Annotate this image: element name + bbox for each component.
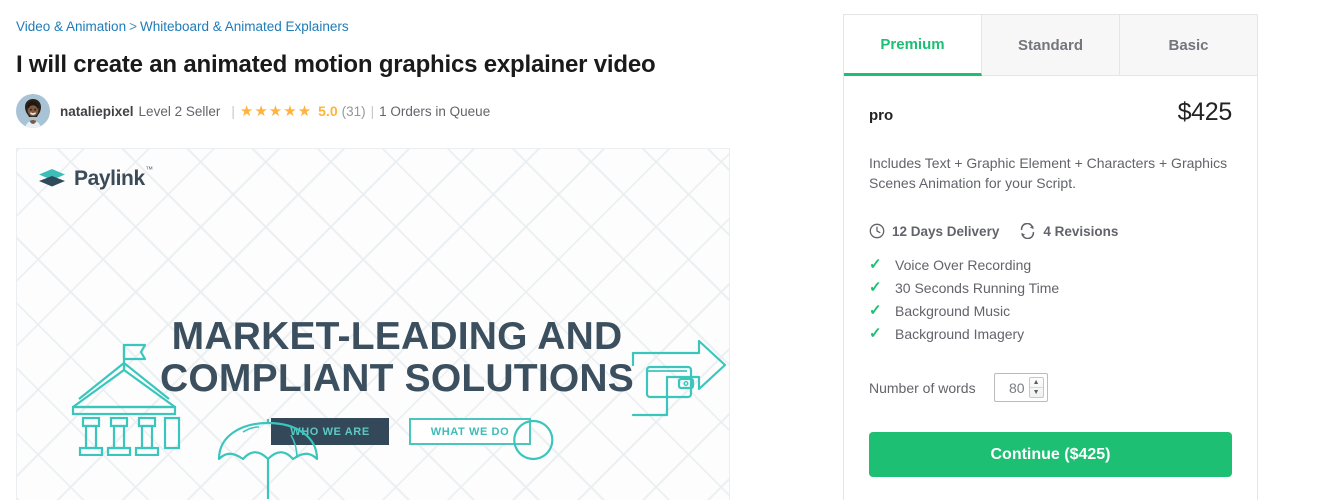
gig-details-column: Video & Animation > Whiteboard & Animated … bbox=[16, 0, 816, 128]
delivery-time-label: 12 Days Delivery bbox=[892, 223, 1000, 239]
tab-basic[interactable]: Basic bbox=[1120, 15, 1257, 76]
list-item: ✓ Background Music bbox=[869, 299, 1232, 322]
list-item: ✓ Background Imagery bbox=[869, 322, 1232, 345]
number-of-words-input[interactable] bbox=[997, 378, 1029, 397]
stepper-increment-icon[interactable]: ▲ bbox=[1029, 378, 1043, 388]
seller-divider-1: | bbox=[231, 103, 235, 119]
page-title: I will create an animated motion graphic… bbox=[16, 51, 656, 78]
seller-name[interactable]: nataliepixel bbox=[60, 104, 134, 119]
revisions-label: 4 Revisions bbox=[1043, 223, 1119, 239]
package-details: pro $425 Includes Text + Graphic Element… bbox=[844, 76, 1257, 477]
orders-in-queue: 1 Orders in Queue bbox=[379, 103, 491, 119]
star-icon: ★ bbox=[254, 102, 268, 120]
quantity-stepper[interactable]: ▲ ▼ bbox=[993, 373, 1048, 402]
feature-label: 30 Seconds Running Time bbox=[895, 279, 1060, 296]
package-meta-row: 12 Days Delivery 4 Revisions bbox=[869, 223, 1232, 239]
package-header-row: pro $425 bbox=[869, 98, 1232, 127]
star-icon: ★ bbox=[297, 102, 312, 120]
rating-stars: ★ ★ ★ ★ ★ bbox=[240, 104, 311, 119]
package-name: pro bbox=[869, 107, 894, 124]
pricing-panel: Premium Standard Basic pro $425 Includes… bbox=[843, 14, 1258, 500]
umbrella-icon bbox=[217, 419, 319, 499]
number-of-words-label: Number of words bbox=[869, 379, 976, 396]
stepper-decrement-icon[interactable]: ▼ bbox=[1030, 388, 1043, 398]
list-item: ✓ 30 Seconds Running Time bbox=[869, 276, 1232, 299]
feature-list: ✓ Voice Over Recording ✓ 30 Seconds Runn… bbox=[869, 253, 1232, 345]
seller-divider-2: | bbox=[370, 103, 375, 119]
check-icon: ✓ bbox=[869, 256, 882, 273]
avatar-image bbox=[16, 94, 50, 128]
seller-level: Level 2 Seller bbox=[138, 103, 221, 119]
star-icon: ★ bbox=[268, 102, 283, 120]
breadcrumb-item-subcategory[interactable]: Whiteboard & Animated Explainers bbox=[140, 19, 349, 34]
revisions: 4 Revisions bbox=[1019, 223, 1118, 239]
package-description: Includes Text + Graphic Element + Charac… bbox=[869, 155, 1228, 191]
seller-info-row: nataliepixel Level 2 Seller | ★ ★ ★ ★ ★ … bbox=[16, 94, 816, 128]
paylink-brand-text: Paylink bbox=[74, 167, 145, 190]
wallet-arrow-icon bbox=[631, 339, 727, 417]
breadcrumb-separator: > bbox=[129, 19, 137, 34]
rating-value: 5.0 bbox=[318, 103, 338, 119]
list-item: ✓ Voice Over Recording bbox=[869, 253, 1232, 276]
trademark-icon: ™ bbox=[145, 165, 153, 174]
package-tabs: Premium Standard Basic bbox=[844, 15, 1257, 76]
avatar[interactable] bbox=[16, 94, 50, 128]
star-icon: ★ bbox=[283, 102, 297, 120]
headline-line-1: MARKET-LEADING AND bbox=[171, 315, 623, 358]
thumbnail-headline: MARKET-LEADING AND COMPLIANT SOLUTIONS bbox=[137, 317, 657, 398]
paylink-layers-icon bbox=[39, 169, 65, 187]
feature-label: Voice Over Recording bbox=[895, 256, 1032, 273]
star-icon: ★ bbox=[239, 102, 254, 120]
delivery-time: 12 Days Delivery bbox=[869, 223, 999, 239]
stepper-arrows[interactable]: ▲ ▼ bbox=[1028, 377, 1044, 398]
check-icon: ✓ bbox=[869, 279, 882, 296]
revisions-icon bbox=[1021, 223, 1035, 239]
rating-count: (31) bbox=[341, 103, 366, 119]
paylink-logo: Paylink ™ bbox=[37, 165, 153, 191]
headline-line-2: COMPLIANT SOLUTIONS bbox=[160, 357, 634, 400]
breadcrumb-item-category[interactable]: Video & Animation bbox=[16, 19, 126, 34]
continue-button[interactable]: Continue ($425) bbox=[869, 432, 1232, 477]
paylink-wordmark: Paylink ™ bbox=[74, 165, 153, 191]
gig-page: Video & Animation > Whiteboard & Animated … bbox=[0, 0, 1318, 500]
feature-label: Background Imagery bbox=[895, 325, 1025, 342]
tab-premium[interactable]: Premium bbox=[844, 15, 982, 76]
breadcrumb: Video & Animation > Whiteboard & Animated … bbox=[16, 0, 816, 36]
check-icon: ✓ bbox=[869, 325, 882, 342]
circle-icon bbox=[513, 419, 554, 461]
gig-video-thumbnail[interactable]: Paylink ™ MARKET-LEADING AND COMPLIANT SO… bbox=[16, 148, 730, 500]
check-icon: ✓ bbox=[869, 302, 882, 319]
bank-building-icon bbox=[71, 343, 181, 456]
package-price: $425 bbox=[1177, 98, 1233, 126]
tab-standard[interactable]: Standard bbox=[982, 15, 1120, 76]
feature-label: Background Music bbox=[895, 302, 1011, 319]
number-of-words-row: Number of words ▲ ▼ bbox=[869, 373, 1232, 402]
clock-icon bbox=[869, 223, 885, 239]
